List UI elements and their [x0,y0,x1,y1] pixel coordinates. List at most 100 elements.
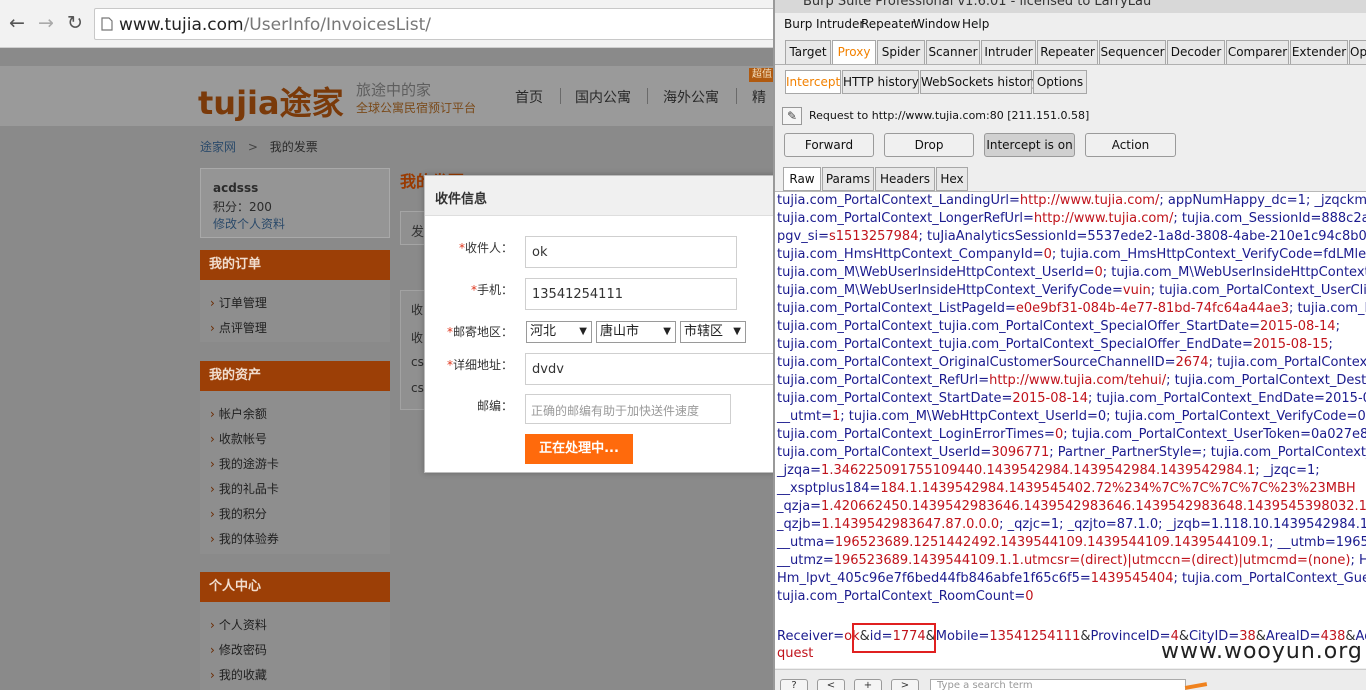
cookie-key: tujia.com_HmsHttpContext_CompanyId= [777,247,1044,262]
menu-burp[interactable]: Burp [784,17,812,31]
tab-repeater[interactable]: Repeater [1037,40,1098,64]
label-text: 手机： [476,283,513,297]
raw-line: tujia.com_PortalContext_LandingUrl=http:… [777,192,1366,210]
tab-hex[interactable]: Hex [936,167,968,191]
city-select[interactable]: 唐山市 ▼ [596,321,676,343]
raw-line: tujia.com_M\WebUserInsideHttpContext_Ver… [777,282,1366,300]
tab-intercept-options[interactable]: Options [1033,70,1087,94]
nav-deals[interactable]: 精 [752,87,766,107]
tab-intruder[interactable]: Intruder [981,40,1036,64]
menu-window[interactable]: Window [913,17,960,31]
sidebar-item-order-management[interactable]: › 订单管理 [210,294,267,311]
raw-line: tujia.com_PortalContext_OriginalCustomer… [777,354,1366,372]
forward-arrow-icon[interactable]: → [35,12,57,34]
tab-headers[interactable]: Headers [875,167,935,191]
back-arrow-icon[interactable]: ← [6,12,28,34]
raw-line: tujia.com_PortalContext_ListPageId=e0e9b… [777,300,1366,318]
sidebar-item-label: 我的途游卡 [218,457,279,471]
menu-repeater[interactable]: Repeater [861,17,916,31]
address-bar[interactable]: www.tujia.com/UserInfo/InvoicesList/ [94,8,784,40]
sidebar-item-balance[interactable]: › 帐户余额 [210,405,267,422]
cookie-rest: ; tujia.com_PortalContext_UserClickKey [1150,283,1366,298]
cookie-rest: ; _qzjc=1; _qzjto=87.1.0; _jzqb=1.118.10… [999,517,1366,532]
sidebar-item-travel-card[interactable]: › 我的途游卡 [210,455,279,472]
param-equals: = [978,629,990,644]
cookie-key: tujia.com_PortalContext_tujia.com_Portal… [777,319,1260,334]
next-match-button[interactable]: > [891,679,919,690]
area-value: 市辖区 [684,324,724,339]
sidebar-item-review-management[interactable]: › 点评管理 [210,319,267,336]
tab-params[interactable]: Params [822,167,874,191]
tab-proxy[interactable]: Proxy [832,40,876,64]
prev-match-button[interactable]: < [817,679,845,690]
search-input[interactable]: Type a search term [930,679,1186,690]
forward-button[interactable]: Forward [784,133,874,157]
tab-raw[interactable]: Raw [783,167,821,191]
cookie-key: _qzja= [777,499,822,514]
request-target-info: Request to http://www.tujia.com:80 [211.… [809,109,1090,122]
reload-icon[interactable]: ↻ [64,12,86,34]
site-logo[interactable]: tujia途家 [198,78,344,124]
user-box: acdsss 积分：200 修改个人资料 [200,168,390,238]
breadcrumb-home[interactable]: 途家网 [200,140,236,154]
cookie-key: tujia.com_PortalContext_StartDate= [777,391,1013,406]
tab-http-history[interactable]: HTTP history [842,70,919,94]
menu-help[interactable]: Help [962,17,989,31]
table-row: 收 [411,331,424,345]
tab-comparer[interactable]: Comparer [1226,40,1289,64]
mobile-input[interactable]: 13541254111 [525,278,737,310]
nav-domestic[interactable]: 国内公寓 [575,87,631,107]
receiver-input[interactable]: ok [525,236,737,268]
nav-home[interactable]: 首页 [515,87,543,107]
cookie-rest: ; tuJiaAnalyticsSessionId=5537ede2-1a8d-… [918,229,1366,244]
tab-label[interactable]: 发 [411,221,424,240]
sidebar-item-gift-card[interactable]: › 我的礼品卡 [210,480,279,497]
section-personal-body: › 个人资料 › 修改密码 › 我的收藏 [200,602,390,690]
cookie-value: 1.1439542983647.87.0.0.0 [821,517,1000,532]
sidebar-item-change-password[interactable]: › 修改密码 [210,641,267,658]
tab-scanner[interactable]: Scanner [926,40,980,64]
nav-overseas[interactable]: 海外公寓 [663,87,719,107]
tab-intercept[interactable]: Intercept [785,70,841,94]
sidebar-item-favorites[interactable]: › 我的收藏 [210,666,267,683]
edit-pencil-icon[interactable]: ✎ [782,107,802,125]
tab-target[interactable]: Target [785,40,831,64]
sidebar-item-points[interactable]: › 我的积分 [210,505,267,522]
cookie-rest: ; Partner_PartnerStyle=; tujia.com_Porta… [1049,445,1366,460]
nav-divider [560,88,561,104]
add-button[interactable]: + [854,679,882,690]
breadcrumb-current: 我的发票 [269,140,318,154]
edit-profile-link[interactable]: 修改个人资料 [213,215,285,232]
sidebar-item-label: 我的收藏 [218,668,267,682]
raw-line: pgv_si=s1513257984; tuJiaAnalyticsSessio… [777,228,1366,246]
intercept-toggle-button[interactable]: Intercept is on [984,133,1075,157]
param-key: ProvinceID [1090,629,1160,644]
help-button[interactable]: ? [780,679,808,690]
action-button[interactable]: Action [1085,133,1176,157]
dialog-title: 收件信息 [435,192,488,207]
raw-request-editor[interactable]: tujia.com_PortalContext_LandingUrl=http:… [775,191,1366,668]
cookie-value: vuin [1122,283,1151,298]
sidebar-item-payee-account[interactable]: › 收款帐号 [210,430,267,447]
tab-extender[interactable]: Extender [1290,40,1348,64]
area-select[interactable]: 市辖区 ▼ [680,321,746,343]
submit-button[interactable]: 正在处理中... [525,434,633,464]
postcode-input[interactable]: 正确的邮编有助于加快送件速度 [525,394,731,424]
tab-websockets-history[interactable]: WebSockets history [920,70,1039,94]
label-text: 详细地址： [452,358,513,372]
menu-intruder[interactable]: Intruder [816,17,864,31]
cookie-key: __utmt= [777,409,832,424]
cookie-key: tujia.com_PortalContext_UserId= [777,445,992,460]
tab-sequencer[interactable]: Sequencer [1099,40,1166,64]
section-orders-body: › 订单管理 › 点评管理 [200,280,390,342]
sidebar-item-profile[interactable]: › 个人资料 [210,616,267,633]
tab-options[interactable]: Op [1349,40,1366,64]
tab-spider[interactable]: Spider [877,40,925,64]
province-select[interactable]: 河北 ▼ [526,321,592,343]
cookie-rest: ; tujia.com_PortalContext_UserToken=0a02… [1063,427,1366,442]
tab-decoder[interactable]: Decoder [1167,40,1225,64]
sidebar-item-voucher[interactable]: › 我的体验券 [210,530,279,547]
address-input[interactable]: dvdv [525,353,775,385]
drop-button[interactable]: Drop [884,133,974,157]
cookie-rest: ; tujia.com_M\WebUserInsideHttpContext_L… [1102,265,1366,280]
